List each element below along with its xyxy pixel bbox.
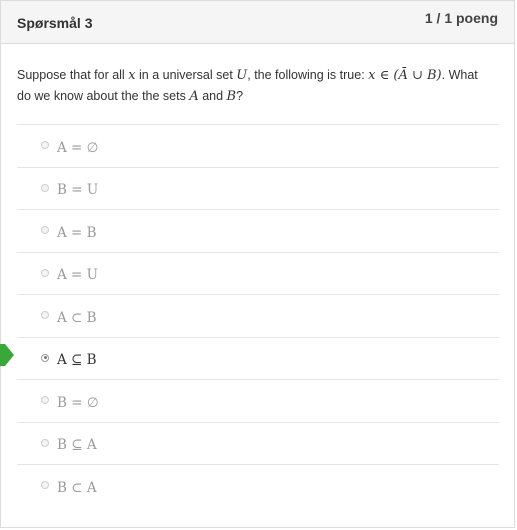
- question-text: Suppose that for all x in a universal se…: [17, 65, 495, 107]
- radio-button[interactable]: [41, 141, 49, 149]
- answer-option-label: A = U: [57, 267, 99, 284]
- answer-option-label: B = ∅: [57, 394, 99, 411]
- question-card: Spørsmål 3 1 / 1 poeng Suppose that for …: [0, 0, 515, 528]
- question-text-part: Suppose that for all: [17, 68, 129, 82]
- answer-option-label: A = B: [57, 224, 97, 241]
- answer-option-label: A = ∅: [57, 139, 99, 156]
- answer-options: A = ∅ B = U A = B A = U A ⊂ B A ⊆ B B = …: [17, 124, 499, 508]
- question-text-part: ?: [236, 89, 244, 103]
- answer-option[interactable]: B = ∅: [17, 380, 499, 423]
- answer-option[interactable]: A = U: [17, 253, 499, 295]
- radio-button-checked[interactable]: [41, 353, 49, 362]
- radio-button[interactable]: [41, 226, 49, 234]
- math-var-B: B: [226, 89, 237, 104]
- math-var-U: U: [236, 68, 248, 83]
- math-var-A: A: [189, 89, 199, 104]
- question-text-part: in a universal set: [135, 68, 237, 82]
- answer-option-label: B = U: [57, 182, 99, 199]
- radio-button[interactable]: [41, 481, 49, 489]
- radio-button[interactable]: [41, 183, 49, 192]
- radio-button[interactable]: [41, 438, 49, 447]
- question-title: Spørsmål 3: [17, 15, 93, 31]
- answer-option-label: B ⊆ A: [57, 437, 97, 454]
- answer-option-label: A ⊂ B: [57, 309, 97, 326]
- question-text-part: , the following is true:: [247, 68, 369, 82]
- answer-option[interactable]: A = ∅: [17, 125, 499, 168]
- answer-option[interactable]: B ⊆ A: [17, 423, 499, 465]
- radio-button[interactable]: [41, 311, 49, 319]
- answer-option[interactable]: B ⊂ A: [17, 465, 499, 508]
- radio-button[interactable]: [41, 396, 49, 404]
- math-formula: x ∈ (Ā ∪ B): [368, 68, 442, 83]
- question-text-part: and: [198, 89, 227, 103]
- answer-option[interactable]: B = U: [17, 168, 499, 210]
- question-header: Spørsmål 3 1 / 1 poeng: [1, 1, 514, 44]
- answer-option[interactable]: A ⊂ B: [17, 295, 499, 338]
- math-var-x: x: [128, 68, 136, 83]
- answer-option-label: B ⊂ A: [57, 480, 97, 497]
- correct-answer-arrow-icon: [0, 344, 14, 366]
- answer-option-label: A ⊆ B: [57, 352, 97, 369]
- answer-option[interactable]: A = B: [17, 210, 499, 253]
- answer-option-selected[interactable]: A ⊆ B: [17, 338, 499, 380]
- question-score: 1 / 1 poeng: [424, 10, 498, 26]
- radio-button[interactable]: [41, 268, 49, 277]
